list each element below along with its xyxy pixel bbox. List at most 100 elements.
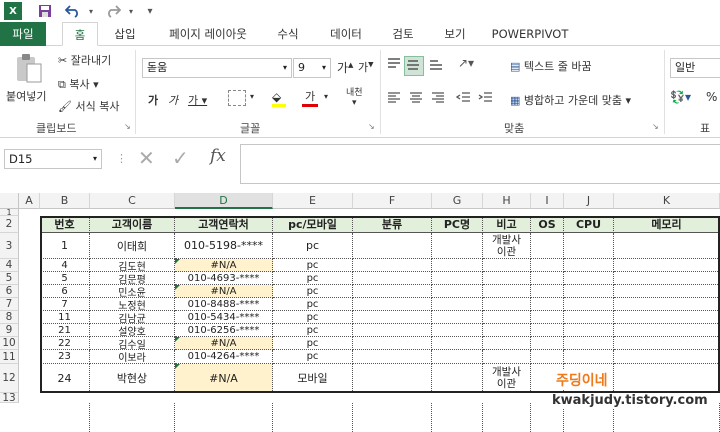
- wrap-text-button[interactable]: ▤ 텍스트 줄 바꿈: [510, 58, 592, 74]
- currency-icon[interactable]: 💱▾: [670, 90, 691, 104]
- column-header-c[interactable]: C: [90, 193, 175, 209]
- table-cell[interactable]: 010-4264-****: [175, 350, 273, 364]
- select-all-corner[interactable]: [0, 193, 19, 209]
- table-cell[interactable]: 23: [40, 350, 90, 364]
- align-middle-icon[interactable]: [404, 56, 424, 76]
- merge-center-button[interactable]: ▦ 병합하고 가운데 맞춤 ▾: [510, 92, 631, 108]
- table-cell[interactable]: 민소윤: [90, 285, 175, 298]
- table-header-cell[interactable]: 비고: [483, 216, 531, 233]
- clipboard-launcher-icon[interactable]: ↘: [124, 122, 131, 131]
- table-cell[interactable]: [40, 403, 90, 432]
- table-cell[interactable]: 이태희: [90, 233, 175, 259]
- table-cell[interactable]: [614, 337, 720, 350]
- table-cell[interactable]: 010-8488-****: [175, 298, 273, 311]
- alignment-launcher-icon[interactable]: ↘: [652, 122, 659, 131]
- table-cell[interactable]: [432, 298, 483, 311]
- table-cell[interactable]: pc: [273, 311, 353, 324]
- table-cell[interactable]: [564, 259, 614, 272]
- table-cell[interactable]: [531, 285, 564, 298]
- table-cell[interactable]: #N/A: [175, 285, 273, 298]
- table-cell[interactable]: [531, 272, 564, 285]
- row-header-1[interactable]: 1: [0, 209, 19, 217]
- customize-qat-icon[interactable]: ▾: [144, 2, 156, 20]
- borders-dropdown-icon[interactable]: ▾: [250, 92, 254, 101]
- table-cell[interactable]: pc: [273, 285, 353, 298]
- row-header-7[interactable]: 7: [0, 298, 19, 311]
- column-header-g[interactable]: G: [432, 193, 483, 209]
- row-header-8[interactable]: 8: [0, 311, 19, 324]
- table-cell[interactable]: [483, 403, 531, 432]
- fill-color-button[interactable]: ⬙: [272, 90, 286, 107]
- shrink-font-button[interactable]: 가▼: [358, 59, 374, 75]
- column-header-j[interactable]: J: [564, 193, 614, 209]
- percent-button[interactable]: %: [706, 90, 717, 104]
- table-header-cell[interactable]: pc/모바일: [273, 216, 353, 233]
- table-cell[interactable]: [564, 311, 614, 324]
- table-cell[interactable]: 모바일: [273, 364, 353, 393]
- row-header-4[interactable]: 4: [0, 259, 19, 272]
- table-cell[interactable]: [564, 337, 614, 350]
- align-right-icon[interactable]: [430, 90, 448, 108]
- table-cell[interactable]: [432, 364, 483, 393]
- table-cell[interactable]: [614, 285, 720, 298]
- table-cell[interactable]: 개발사 이관: [483, 364, 531, 393]
- align-top-icon[interactable]: [386, 56, 404, 74]
- table-header-cell[interactable]: 고객이름: [90, 216, 175, 233]
- table-cell[interactable]: [564, 324, 614, 337]
- table-cell[interactable]: 개발사 이관: [483, 233, 531, 259]
- table-cell[interactable]: [614, 259, 720, 272]
- table-cell[interactable]: [483, 298, 531, 311]
- table-cell[interactable]: [432, 350, 483, 364]
- table-cell[interactable]: [353, 311, 432, 324]
- table-cell[interactable]: 6: [40, 285, 90, 298]
- table-cell[interactable]: [353, 403, 432, 432]
- tab-file[interactable]: 파일: [0, 22, 46, 46]
- copy-button[interactable]: ⧉ 복사 ▾: [58, 76, 99, 92]
- table-cell[interactable]: [353, 233, 432, 259]
- table-cell[interactable]: [531, 311, 564, 324]
- column-header-a[interactable]: A: [19, 193, 40, 209]
- align-bottom-icon[interactable]: [428, 56, 446, 74]
- table-cell[interactable]: [432, 311, 483, 324]
- column-header-f[interactable]: F: [353, 193, 432, 209]
- table-cell[interactable]: [353, 272, 432, 285]
- table-cell[interactable]: [90, 403, 175, 432]
- table-cell[interactable]: 5: [40, 272, 90, 285]
- table-cell[interactable]: [531, 233, 564, 259]
- tab-review[interactable]: 검토: [386, 22, 420, 46]
- table-cell[interactable]: [432, 285, 483, 298]
- table-cell[interactable]: [614, 350, 720, 364]
- table-cell[interactable]: [432, 233, 483, 259]
- column-header-k[interactable]: K: [614, 193, 720, 209]
- table-cell[interactable]: #N/A: [175, 364, 273, 393]
- table-cell[interactable]: [614, 311, 720, 324]
- table-cell[interactable]: [531, 298, 564, 311]
- row-header-5[interactable]: 5: [0, 272, 19, 285]
- table-cell[interactable]: [531, 350, 564, 364]
- cut-button[interactable]: ✂ 잘라내기: [58, 52, 111, 68]
- phonetic-button[interactable]: 내천 ▾: [346, 88, 363, 108]
- table-cell[interactable]: 김도현: [90, 259, 175, 272]
- font-name-combo[interactable]: 돋움 ▾: [142, 58, 292, 78]
- table-cell[interactable]: 010-5434-****: [175, 311, 273, 324]
- table-cell[interactable]: [483, 350, 531, 364]
- table-cell[interactable]: 21: [40, 324, 90, 337]
- table-cell[interactable]: [564, 285, 614, 298]
- table-cell[interactable]: [564, 350, 614, 364]
- underline-button[interactable]: 가 ▾: [188, 92, 207, 108]
- save-icon[interactable]: [36, 2, 54, 20]
- column-header-e[interactable]: E: [273, 193, 353, 209]
- row-header-13[interactable]: 13: [0, 393, 19, 403]
- table-cell[interactable]: 11: [40, 311, 90, 324]
- table-cell[interactable]: [614, 364, 720, 393]
- tab-powerpivot[interactable]: POWERPIVOT: [490, 22, 570, 46]
- table-cell[interactable]: 010-5198-****: [175, 233, 273, 259]
- table-cell[interactable]: 김수일: [90, 337, 175, 350]
- increase-indent-icon[interactable]: [478, 90, 496, 108]
- font-launcher-icon[interactable]: ↘: [368, 122, 375, 131]
- italic-button[interactable]: 가: [168, 92, 178, 108]
- align-left-icon[interactable]: [386, 90, 404, 108]
- table-cell[interactable]: [432, 403, 483, 432]
- table-cell[interactable]: [273, 403, 353, 432]
- row-header-11[interactable]: 11: [0, 350, 19, 364]
